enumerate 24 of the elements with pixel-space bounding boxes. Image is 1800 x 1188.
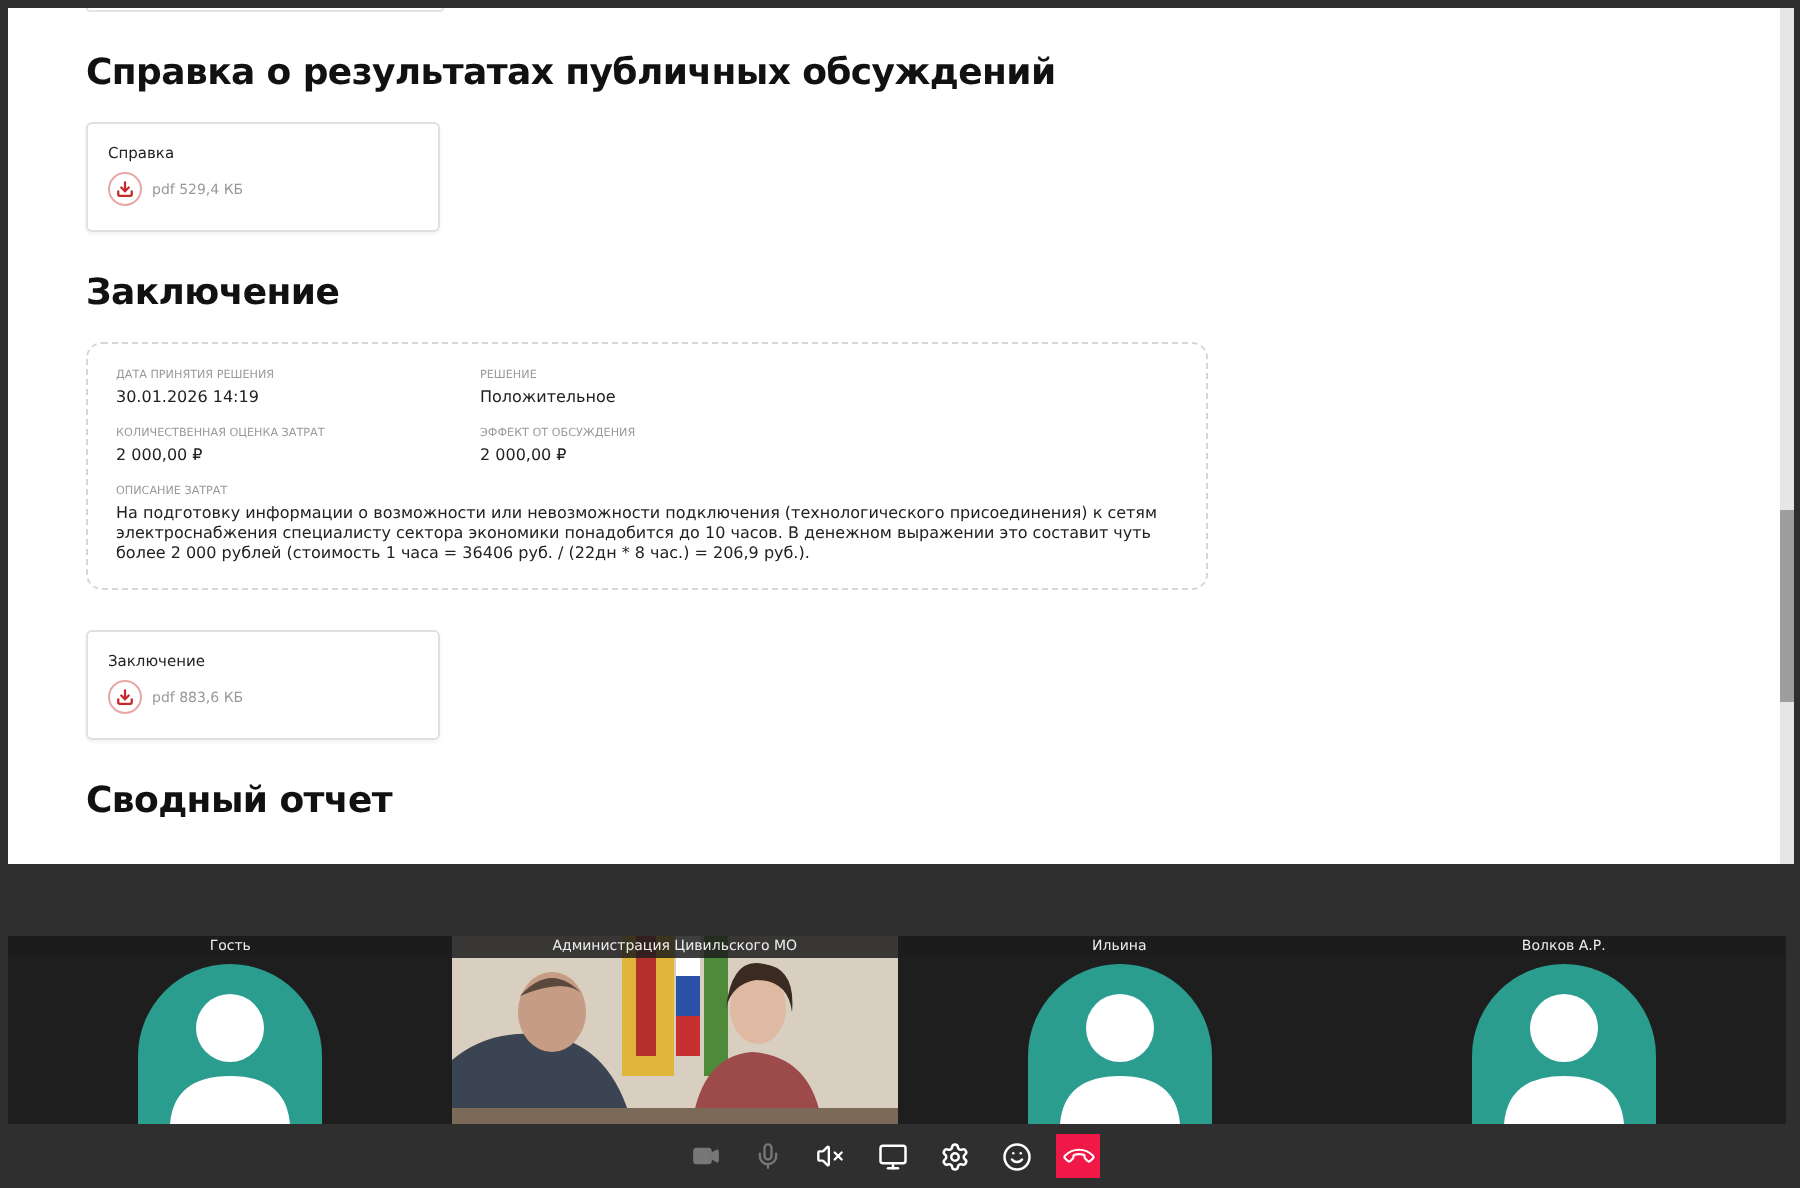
section-heading: Заключение bbox=[86, 272, 342, 314]
field-value: 2 000,00 ₽ bbox=[116, 446, 205, 466]
field-value: 2 000,00 ₽ bbox=[480, 446, 569, 466]
description-text: На подготовку информации о возможности или невозможности подключения (технологического присоединения) к сетям электроснабжения специалисту сектора экономики понадобится до 10 часов. В денежном выражении это составит чуть более 2 000 рублей (стоимость 1 часа = 36406 руб. / (22дн * 8 час.) = 206,9 руб.). bbox=[116, 504, 1160, 564]
download-icon bbox=[116, 180, 134, 198]
section-heading: Справка о результатах публичных обсуждений bbox=[86, 52, 1058, 94]
speaker-muted-icon bbox=[816, 1142, 844, 1170]
scrollbar-thumb[interactable] bbox=[1780, 510, 1794, 702]
download-button[interactable] bbox=[108, 680, 142, 714]
settings-icon bbox=[939, 1141, 969, 1171]
avatar-icon bbox=[1471, 964, 1656, 1124]
avatar-icon bbox=[138, 964, 323, 1124]
download-icon bbox=[116, 688, 134, 706]
monitor-icon bbox=[877, 1141, 907, 1171]
download-button[interactable] bbox=[108, 172, 142, 206]
scrollbar[interactable] bbox=[1780, 8, 1794, 864]
microphone-icon bbox=[754, 1142, 782, 1170]
hang-up-button[interactable] bbox=[1056, 1134, 1100, 1178]
avatar-icon bbox=[1027, 964, 1212, 1124]
field-value: 30.01.2026 14:19 bbox=[116, 388, 261, 408]
video-camera-icon bbox=[692, 1142, 720, 1170]
field-value: Положительное bbox=[480, 388, 618, 408]
smiley-icon bbox=[1001, 1141, 1031, 1171]
section-heading: Сводный отчет bbox=[86, 780, 395, 822]
